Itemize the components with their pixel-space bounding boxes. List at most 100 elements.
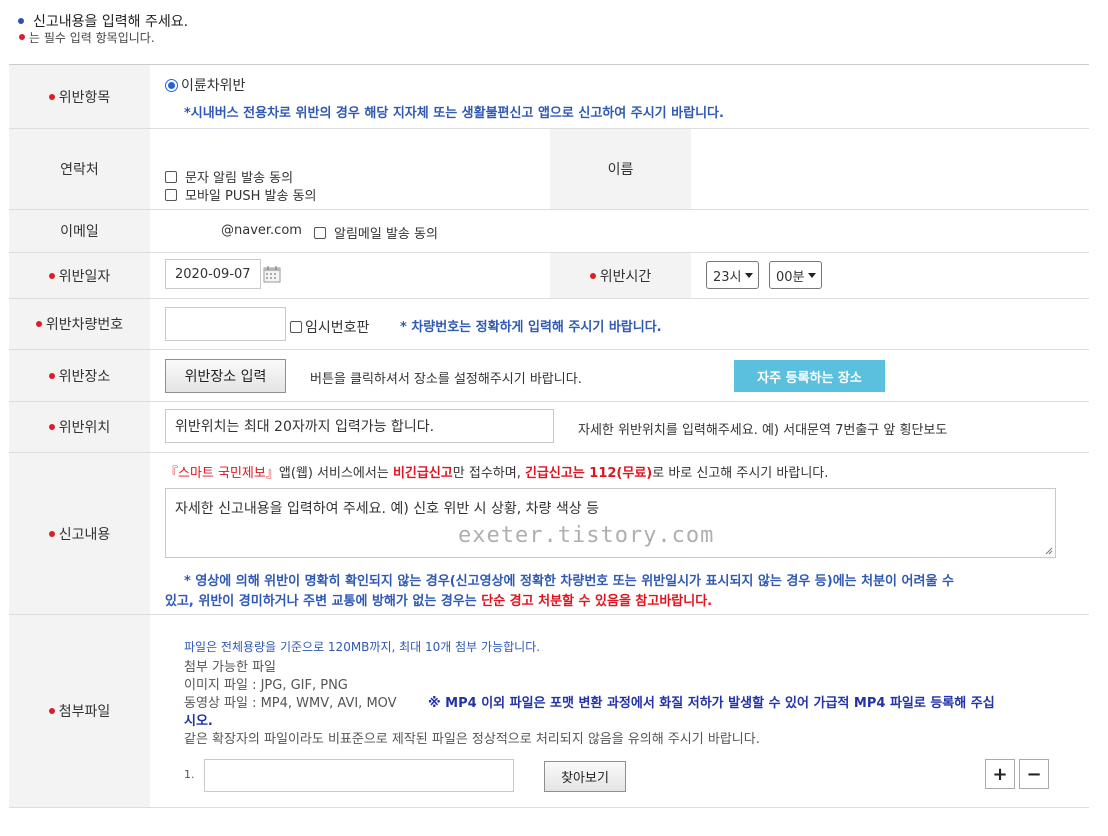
label-violation-time: 위반시간 bbox=[550, 253, 691, 298]
row-content: 신고내용 『스마트 국민제보』앱(웹) 서비스에서는 비긴급신고만 접수하며, … bbox=[9, 453, 1089, 615]
cell-violation-date: 2020-09-07 bbox=[150, 253, 550, 298]
notice-text: 로 바로 신고해 주시기 바랍니다. bbox=[652, 466, 829, 481]
app-name: 『스마트 국민제보』 bbox=[165, 466, 279, 481]
cell-name bbox=[691, 129, 1089, 209]
minute-value: 00분 bbox=[776, 269, 805, 285]
checkbox-icon[interactable] bbox=[290, 321, 302, 333]
required-note: 는 필수 입력 항목입니다. bbox=[18, 30, 188, 45]
size-limit-text: 파일은 전체용량을 기준으로 120MB까지, 최대 10개 첨부 가능합니다. bbox=[184, 640, 541, 654]
file-path-input[interactable] bbox=[204, 759, 514, 792]
required-dot-icon bbox=[48, 272, 55, 279]
label-text: 위반장소 bbox=[58, 368, 111, 385]
required-dot-icon bbox=[48, 530, 55, 537]
mp4-notice-cont: 시오. bbox=[184, 714, 213, 729]
push-consent-checkbox[interactable]: 모바일 PUSH 발송 동의 bbox=[165, 185, 317, 204]
warning-line-1: * 영상에 의해 위반이 명확히 확인되지 않는 경우(신고영상에 정확한 차량… bbox=[184, 574, 954, 589]
required-dot-icon bbox=[48, 372, 55, 379]
location-help: 자세한 위반위치를 입력해주세요. 예) 서대문역 7번출구 앞 횡단보도 bbox=[578, 423, 948, 438]
required-dot-icon bbox=[48, 424, 55, 430]
radio-motorcycle[interactable]: 이륜차위반 bbox=[165, 75, 245, 95]
bullet-icon bbox=[18, 18, 24, 24]
plate-notice: * 차량번호는 정확하게 입력해 주시기 바랍니다. bbox=[400, 320, 662, 335]
bus-lane-notice: *시내버스 전용차로 위반의 경우 해당 지자체 또는 생활불편신고 앱으로 신… bbox=[184, 106, 724, 121]
required-note-text: 는 필수 입력 항목입니다. bbox=[29, 30, 155, 45]
required-dot-icon bbox=[19, 34, 25, 40]
temp-plate-checkbox[interactable]: 임시번호판 bbox=[290, 317, 369, 337]
cell-email: @naver.com 알림메일 발송 동의 bbox=[150, 210, 1089, 252]
file-index: 1. bbox=[184, 768, 195, 781]
email-domain: @naver.com bbox=[221, 223, 302, 238]
emergency-112-text: 긴급신고는 112(무료) bbox=[524, 466, 653, 481]
chevron-down-icon bbox=[808, 273, 816, 278]
label-place: 위반장소 bbox=[9, 350, 150, 401]
video-types: 동영상 파일 : MP4, WMV, AVI, MOV bbox=[184, 696, 397, 711]
cell-plate: 임시번호판 * 차량번호는 정확하게 입력해 주시기 바랍니다. bbox=[150, 299, 1089, 349]
checkbox-icon[interactable] bbox=[165, 170, 177, 183]
label-text: 위반위치 bbox=[58, 420, 111, 436]
checkbox-icon[interactable] bbox=[314, 226, 326, 239]
label-location: 위반위치 bbox=[9, 402, 150, 452]
checkbox-icon[interactable] bbox=[165, 188, 177, 201]
content-placeholder: 자세한 신고내용을 입력하여 주세요. 예) 신호 위반 시 상황, 차량 색상… bbox=[175, 501, 599, 517]
place-input-button[interactable]: 위반장소 입력 bbox=[165, 359, 286, 393]
cell-violation-type: 이륜차위반 *시내버스 전용차로 위반의 경우 해당 지자체 또는 생활불편신고… bbox=[150, 65, 1089, 128]
cell-place: 위반장소 입력 버튼을 클릭하셔서 장소를 설정해주시기 바랍니다. 자주 등록… bbox=[150, 350, 1089, 401]
intro-title: 신고내용을 입력해 주세요. bbox=[18, 12, 188, 30]
notice-text: 만 접수하며, bbox=[452, 466, 525, 481]
location-placeholder: 위반위치는 최대 20자까지 입력가능 합니다. bbox=[175, 419, 435, 435]
row-attachment: 첨부파일 파일은 전체용량을 기준으로 120MB까지, 최대 10개 첨부 가… bbox=[9, 615, 1089, 808]
radio-label: 이륜차위반 bbox=[181, 78, 246, 94]
row-violation-date: 위반일자 2020-09-07 위반시간 23시 00분 bbox=[9, 253, 1089, 299]
row-plate: 위반차량번호 임시번호판 * 차량번호는 정확하게 입력해 주시기 바랍니다. bbox=[9, 299, 1089, 350]
place-help: 버튼을 클릭하셔서 장소를 설정해주시기 바랍니다. bbox=[310, 372, 582, 387]
required-dot-icon bbox=[589, 272, 596, 279]
browse-button[interactable]: 찾아보기 bbox=[544, 761, 626, 792]
non-emergency-text: 비긴급신고 bbox=[392, 466, 453, 481]
warning-emphasis: 단순 경고 처분할 수 있음을 참고바랍니다. bbox=[481, 594, 713, 609]
hour-select[interactable]: 23시 bbox=[706, 261, 759, 289]
sms-consent-checkbox[interactable]: 문자 알림 발송 동의 bbox=[165, 167, 293, 186]
cell-content: 『스마트 국민제보』앱(웹) 서비스에서는 비긴급신고만 접수하며, 긴급신고는… bbox=[150, 453, 1089, 614]
location-input[interactable]: 위반위치는 최대 20자까지 입력가능 합니다. bbox=[165, 409, 554, 443]
hour-value: 23시 bbox=[713, 269, 742, 285]
cell-contact: 문자 알림 발송 동의 모바일 PUSH 발송 동의 bbox=[150, 129, 550, 209]
label-text: 연락처 bbox=[60, 162, 99, 178]
row-contact: 연락처 문자 알림 발송 동의 모바일 PUSH 발송 동의 이름 bbox=[9, 129, 1089, 210]
label-text: 이름 bbox=[607, 162, 634, 178]
add-file-button[interactable]: + bbox=[985, 759, 1015, 789]
radio-checked-icon[interactable] bbox=[165, 78, 178, 92]
label-text: 위반일자 bbox=[58, 268, 111, 285]
label-text: 첨부파일 bbox=[58, 704, 111, 720]
row-location: 위반위치 위반위치는 최대 20자까지 입력가능 합니다. 자세한 위반위치를 … bbox=[9, 402, 1089, 453]
required-dot-icon bbox=[48, 93, 55, 100]
plate-input[interactable] bbox=[165, 307, 286, 341]
label-text: 위반시간 bbox=[599, 268, 652, 285]
label-text: 이메일 bbox=[60, 224, 99, 240]
emergency-notice: 『스마트 국민제보』앱(웹) 서비스에서는 비긴급신고만 접수하며, 긴급신고는… bbox=[165, 462, 828, 481]
resize-handle-icon[interactable] bbox=[1045, 547, 1053, 555]
label-email: 이메일 bbox=[9, 210, 150, 252]
chevron-down-icon bbox=[745, 273, 753, 278]
remove-file-button[interactable]: − bbox=[1019, 759, 1049, 789]
row-violation-type: 위반항목 이륜차위반 *시내버스 전용차로 위반의 경우 해당 지자체 또는 생… bbox=[9, 65, 1089, 129]
date-input[interactable]: 2020-09-07 bbox=[165, 259, 261, 289]
checkbox-label: 모바일 PUSH 발송 동의 bbox=[185, 189, 317, 204]
mp4-notice: ※ MP4 이외 파일은 포맷 변환 과정에서 화질 저하가 발생할 수 있어 … bbox=[428, 696, 995, 711]
calendar-icon[interactable] bbox=[263, 265, 281, 283]
image-types: 이미지 파일 : JPG, GIF, PNG bbox=[184, 678, 348, 693]
nonstandard-notice: 같은 확장자의 파일이라도 비표준으로 제작된 파일은 정상적으로 처리되지 않… bbox=[184, 732, 760, 747]
mail-consent-checkbox[interactable]: 알림메일 발송 동의 bbox=[314, 223, 438, 242]
favorite-places-button[interactable]: 자주 등록하는 장소 bbox=[734, 360, 885, 392]
cell-location: 위반위치는 최대 20자까지 입력가능 합니다. 자세한 위반위치를 입력해주세… bbox=[150, 402, 1089, 452]
label-plate: 위반차량번호 bbox=[9, 299, 150, 349]
label-content: 신고내용 bbox=[9, 453, 150, 614]
label-text: 위반차량번호 bbox=[45, 317, 124, 333]
required-dot-icon bbox=[48, 708, 55, 714]
allowed-title: 첨부 가능한 파일 bbox=[184, 660, 276, 675]
checkbox-label: 알림메일 발송 동의 bbox=[334, 227, 438, 242]
row-place: 위반장소 위반장소 입력 버튼을 클릭하셔서 장소를 설정해주시기 바랍니다. … bbox=[9, 350, 1089, 402]
minute-select[interactable]: 00분 bbox=[769, 261, 822, 289]
label-violation-date: 위반일자 bbox=[9, 253, 150, 298]
checkbox-label: 문자 알림 발송 동의 bbox=[185, 171, 294, 186]
label-name: 이름 bbox=[550, 129, 691, 209]
